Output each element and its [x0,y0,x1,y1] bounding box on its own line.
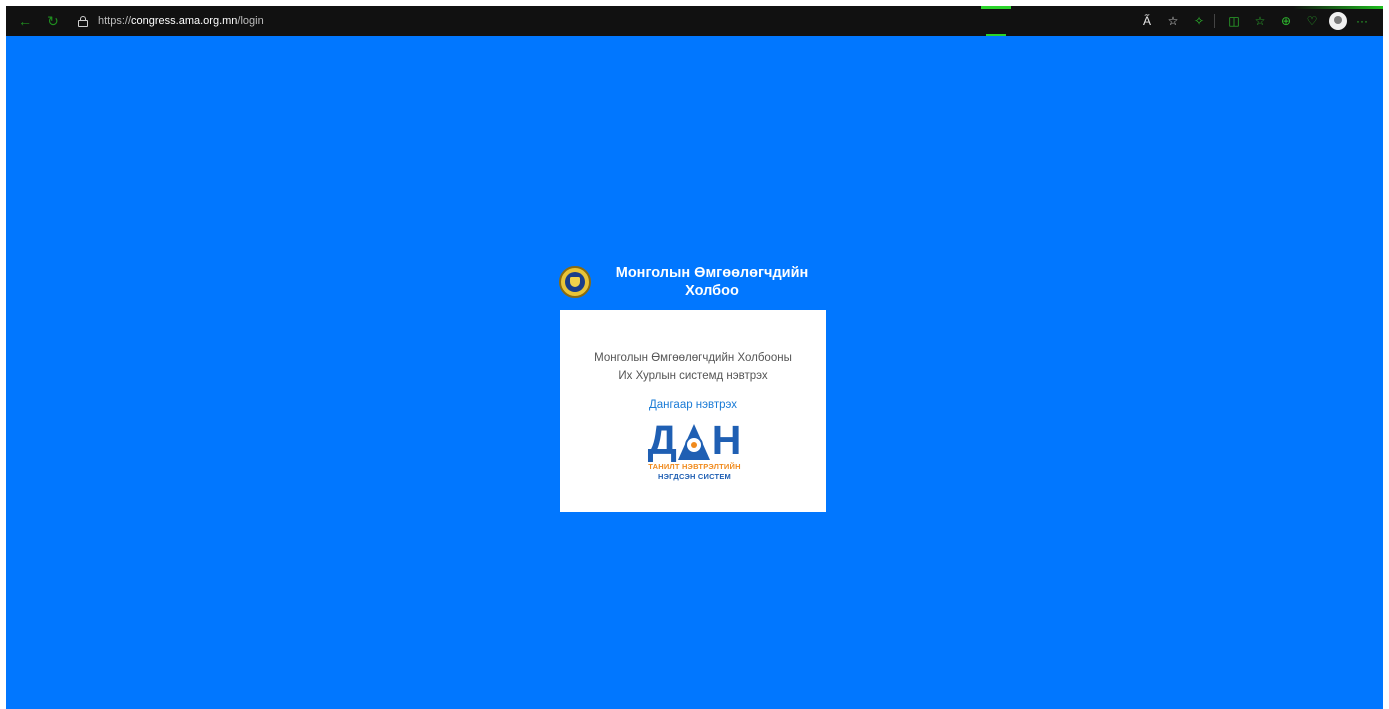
extension-icon[interactable]: ✧ [1188,10,1210,32]
url-host: congress.ama.org.mn [131,15,238,27]
toolbar-divider [1214,14,1215,28]
dan-logo-button[interactable]: Д Н ТАНИЛТ НЭВТРЭЛТИЙН НЭГДСЭН СИСТЕМ [643,420,746,482]
dan-logo-mark: Д Н [643,417,746,463]
profile-icon[interactable] [1329,12,1347,30]
favorite-icon[interactable]: ☆ [1162,10,1184,32]
performance-icon[interactable]: ♡ [1301,10,1323,32]
dan-emblem-icon [677,424,710,460]
login-card: Монголын Өмгөөлөгчдийн Холбооны Их Хурлы… [560,310,826,512]
address-bar[interactable]: https://congress.ama.org.mn/login [78,10,264,32]
description-line: Их Хурлын системд нэвтрэх [618,370,768,382]
lock-icon [78,15,88,27]
login-page: Монголын Өмгөөлөгчдийн Холбоо Монголын Ө… [6,36,1383,709]
split-screen-icon[interactable]: ◫ [1223,10,1245,32]
association-emblem-logo [559,266,591,298]
browser-toolbar: ← ↻ https://congress.ama.org.mn/login A᷉… [6,6,1383,36]
brand-title: Монголын Өмгөөлөгчдийн Холбоо [615,265,809,299]
url-path: /login [237,15,264,27]
dan-letter: Н [711,417,742,463]
brand-header: Монголын Өмгөөлөгчдийн Холбоо [559,264,825,304]
login-description: Монголын Өмгөөлөгчдийн Холбооны Их Хурлы… [560,349,826,385]
reload-icon[interactable]: ↻ [42,10,64,32]
read-aloud-icon[interactable]: A᷉ [1136,10,1158,32]
collections-icon[interactable]: ⊕ [1275,10,1297,32]
dan-login-link[interactable]: Дангаар нэвтрэх [560,399,826,411]
dan-tagline: ТАНИЛТ НЭВТРЭЛТИЙН [648,462,741,471]
dan-tagline: НЭГДСЭН СИСТЕМ [658,472,731,481]
browser-window: ← ↻ https://congress.ama.org.mn/login A᷉… [6,6,1383,709]
description-line: Монголын Өмгөөлөгчдийн Холбооны [594,352,792,364]
toolbar-actions: A᷉ ☆ ✧ ◫ ☆ ⊕ ♡ ··· [1132,6,1373,36]
url-scheme: https:// [98,15,132,27]
decor-glow [981,6,1011,9]
back-icon[interactable]: ← [14,10,36,32]
favorites-list-icon[interactable]: ☆ [1249,10,1271,32]
dan-letter: Д [647,417,677,463]
more-icon[interactable]: ··· [1351,10,1373,32]
